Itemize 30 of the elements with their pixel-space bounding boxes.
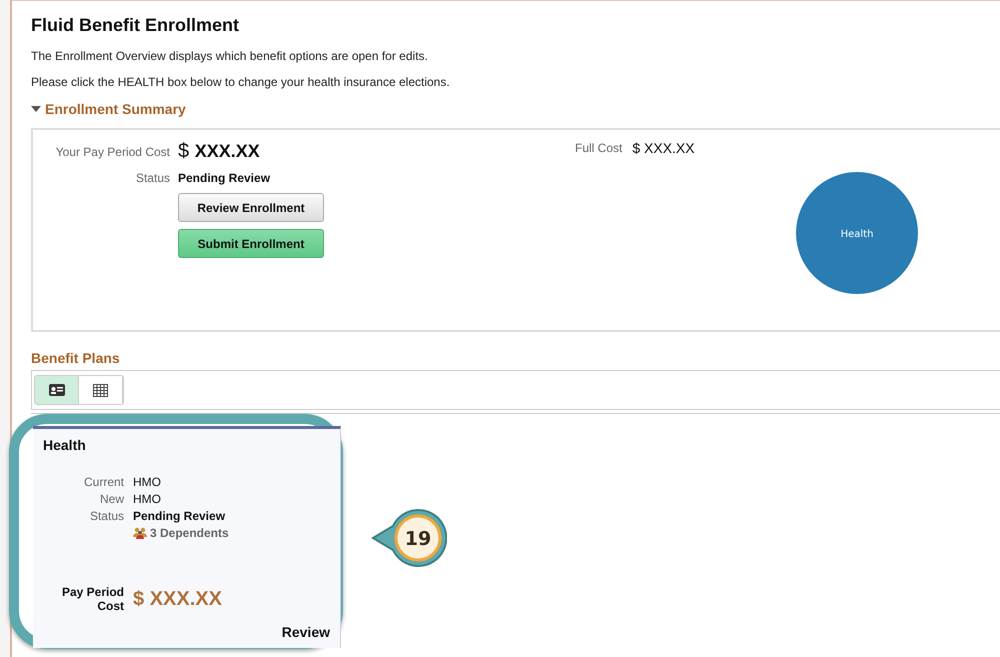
card-title: Health [43,437,87,453]
page-title: Fluid Benefit Enrollment [31,15,240,36]
card-view-button[interactable] [35,376,79,404]
review-button[interactable]: Review Enrollment [178,193,324,222]
step-badge: 19 [371,508,447,568]
field-label: Full Cost [575,141,622,155]
field-label: Your Pay Period Cost [54,144,170,158]
id-card-icon [48,384,64,396]
field-label: Pay Period Cost [60,585,124,613]
review-link[interactable]: Review [282,624,330,640]
status-value: Pending Review [178,171,272,185]
section-toggle[interactable]: Enrollment Summary [31,101,1000,117]
field-label: Status [134,171,170,185]
field-value: Pending Review [133,509,226,523]
pay-period-cost: $ XXX.XX [133,588,223,610]
field-label: New [98,492,124,506]
field-label: Status [88,509,124,523]
instruction-text: The Enrollment Overview displays which benefit options are open for edits. [31,49,429,63]
grid-icon [93,384,108,396]
instruction-text: Please click the HEALTH box below to change your health insurance elections. [31,75,451,89]
section-heading: Benefit Plans [31,350,121,366]
slice-label: Health [840,229,874,240]
field-value: HMO [133,475,162,489]
dependents-count: 3 Dependents [150,526,229,540]
pay-period-cost: $ XXX.XX [178,140,261,163]
submit-button[interactable]: Submit Enrollment [178,229,324,258]
field-label: Current [82,475,124,489]
full-cost: $ XXX.XX [632,140,695,156]
people-icon [133,527,147,539]
field-value: HMO [133,492,162,506]
